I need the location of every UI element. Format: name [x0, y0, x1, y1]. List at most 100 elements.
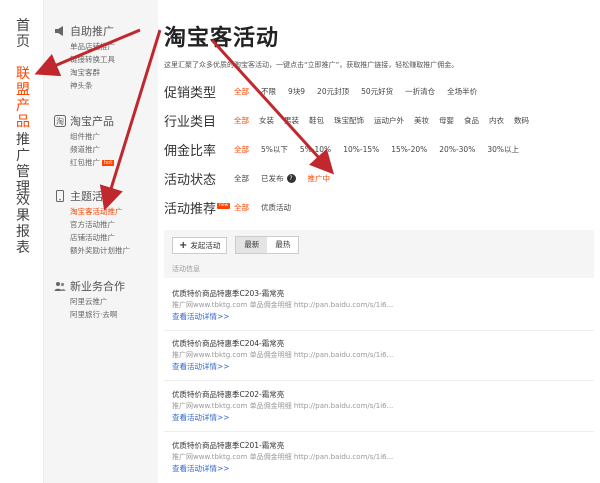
filter-option[interactable]: 全场半价 — [447, 86, 477, 97]
filter-option[interactable]: 50元好货 — [361, 86, 393, 97]
megaphone-icon — [54, 25, 66, 37]
filter-option[interactable]: 30%以上 — [487, 144, 519, 155]
filter-option[interactable]: 数码 — [514, 115, 529, 126]
filter-option[interactable]: 全部 — [234, 144, 249, 155]
nav-item-reports[interactable]: 效果报表 — [16, 192, 32, 256]
divider — [164, 431, 594, 432]
filter-label: 促销类型 — [164, 85, 217, 101]
activity-title[interactable]: 优质特价商品特惠季C201-霜常亮 — [172, 440, 594, 452]
list-item: 优质特价商品特惠季C201-霜常亮 推广网www.tbktg.com 单品佣金明… — [164, 440, 594, 475]
nav-item-widget[interactable]: 组件推广 — [54, 130, 158, 143]
nav-group-title: 新业务合作 — [70, 280, 125, 293]
filter-label: 行业类目 — [164, 114, 217, 130]
nav-group-title: 主题活动 — [70, 190, 114, 203]
sort-latest[interactable]: 最新 — [236, 237, 268, 253]
activity-detail-link[interactable]: 查看活动详情>> — [172, 311, 594, 323]
nav-item-tbk-events[interactable]: 淘宝客活动推广 — [54, 205, 158, 218]
nav-item-products[interactable]: 联盟产品 — [16, 66, 32, 130]
nav-group-header[interactable]: 淘 淘宝产品 — [54, 112, 158, 130]
sort-hottest[interactable]: 最热 — [267, 237, 298, 253]
nav-item-bonus-plan[interactable]: 额外奖励计划推广 — [54, 244, 158, 257]
filter-option[interactable]: 一折清仓 — [405, 86, 435, 97]
filter-option[interactable]: 全部 — [234, 173, 249, 184]
activity-meta: 推广网www.tbktg.com 单品佣金明细 http://pan.baidu… — [172, 453, 394, 461]
taobao-icon: 淘 — [54, 115, 66, 127]
nav-group-theme-events: 主题活动 淘宝客活动推广 官方活动推广 店铺活动推广 额外奖励计划推广 — [54, 187, 158, 257]
activity-meta: 推广网www.tbktg.com 单品佣金明细 http://pan.baidu… — [172, 301, 394, 309]
nav-group-title: 淘宝产品 — [70, 115, 114, 128]
filter-option[interactable]: 珠宝配饰 — [334, 115, 364, 126]
filter-option[interactable]: 男装 — [284, 115, 299, 126]
nav-group-header[interactable]: 主题活动 — [54, 187, 158, 205]
new-badge: new — [217, 202, 231, 209]
filter-option[interactable]: 鞋包 — [309, 115, 324, 126]
help-icon[interactable]: ? — [286, 173, 296, 183]
secondary-nav: 自助推广 单品店铺推广 链接转换工具 淘宝客群 神头条 淘 淘宝产品 组件推广 … — [44, 0, 158, 483]
filter-option[interactable]: 美妆 — [414, 115, 429, 126]
primary-nav: 首页 联盟产品 推广管理 效果报表 — [0, 0, 44, 483]
nav-group-new-business: 新业务合作 阿里云推广 阿里旅行·去啊 — [54, 277, 158, 321]
activity-title[interactable]: 优质特价商品特惠季C203-霜常亮 — [172, 288, 594, 300]
nav-item-headline[interactable]: 神头条 — [54, 79, 158, 92]
filter-option[interactable]: 不限 — [261, 86, 276, 97]
list-item: 优质特价商品特惠季C202-霜常亮 推广网www.tbktg.com 单品佣金明… — [164, 389, 594, 432]
activity-meta: 推广网www.tbktg.com 单品佣金明细 http://pan.baidu… — [172, 402, 394, 410]
filter-option[interactable]: 全部 — [234, 202, 249, 213]
nav-group-header[interactable]: 自助推广 — [54, 22, 158, 40]
page-description: 这里汇聚了众多优质的淘宝客活动，一键点击“立即推广”，获取推广链接，轻松赚取推广… — [164, 61, 459, 69]
nav-item-store-events[interactable]: 店铺活动推广 — [54, 231, 158, 244]
filter-promo-type: 促销类型 全部 不限 9块9 20元封顶 50元好货 一折清仓 全场半价 — [164, 80, 594, 102]
filter-option[interactable]: 全部 — [234, 115, 249, 126]
filter-option[interactable]: 15%-20% — [391, 145, 427, 154]
nav-item-tbk-group[interactable]: 淘宝客群 — [54, 66, 158, 79]
activity-title[interactable]: 优质特价商品特惠季C204-霜常亮 — [172, 338, 594, 350]
filter-option[interactable]: 优质活动 — [261, 202, 291, 213]
nav-item-promotion-management[interactable]: 推广管理 — [16, 132, 32, 196]
filter-option[interactable]: 全部 — [234, 86, 249, 97]
group-icon — [54, 280, 66, 292]
filter-label: 活动状态 — [164, 172, 217, 188]
activity-detail-link[interactable]: 查看活动详情>> — [172, 361, 594, 373]
filter-commission-rate: 佣金比率 全部 5%以下 5%-10% 10%-15% 15%-20% 20%-… — [164, 138, 594, 160]
filter-option[interactable]: 5%以下 — [261, 144, 288, 155]
activity-title[interactable]: 优质特价商品特惠季C202-霜常亮 — [172, 389, 594, 401]
nav-group-header[interactable]: 新业务合作 — [54, 277, 158, 295]
nav-item-link-converter[interactable]: 链接转换工具 — [54, 53, 158, 66]
divider — [164, 380, 594, 381]
nav-item-home[interactable]: 首页 — [16, 18, 32, 50]
nav-group-self-promotion: 自助推广 单品店铺推广 链接转换工具 淘宝客群 神头条 — [54, 22, 158, 92]
filter-option[interactable]: 推广中 — [308, 173, 331, 184]
hot-badge: hot — [102, 160, 115, 166]
page-title: 淘宝客活动 — [164, 26, 280, 51]
list-toolbar: + 发起活动 最新 最热 — [164, 230, 594, 260]
list-item: 优质特价商品特惠季C203-霜常亮 推广网www.tbktg.com 单品佣金明… — [164, 288, 594, 331]
filter-option[interactable]: 女装 — [259, 115, 274, 126]
create-activity-button[interactable]: + 发起活动 — [172, 236, 228, 254]
nav-item-single-store[interactable]: 单品店铺推广 — [54, 40, 158, 53]
nav-group-taobao-products: 淘 淘宝产品 组件推广 频道推广 红包推广 hot — [54, 112, 158, 169]
sort-toggle: 最新 最热 — [235, 236, 300, 254]
nav-item-alitrip[interactable]: 阿里旅行·去啊 — [54, 308, 158, 321]
list-header: 活动信息 — [164, 260, 594, 278]
activity-detail-link[interactable]: 查看活动详情>> — [172, 463, 594, 475]
filter-label: 佣金比率 — [164, 143, 217, 159]
filter-option[interactable]: 已发布 — [261, 173, 284, 184]
activity-detail-link[interactable]: 查看活动详情>> — [172, 412, 594, 424]
svg-text:淘: 淘 — [56, 116, 64, 126]
filter-option[interactable]: 5%-10% — [300, 145, 331, 154]
filter-option[interactable]: 9块9 — [288, 86, 305, 97]
filter-option[interactable]: 母婴 — [439, 115, 454, 126]
filter-status: 活动状态 全部 已发布 ? 推广中 — [164, 167, 594, 189]
filter-option[interactable]: 内衣 — [489, 115, 504, 126]
nav-item-aliyun[interactable]: 阿里云推广 — [54, 295, 158, 308]
nav-item-official-events[interactable]: 官方活动推广 — [54, 218, 158, 231]
activity-meta: 推广网www.tbktg.com 单品佣金明细 http://pan.baidu… — [172, 351, 394, 359]
nav-item-channel[interactable]: 频道推广 — [54, 143, 158, 156]
filter-option[interactable]: 食品 — [464, 115, 479, 126]
filter-option[interactable]: 20%-30% — [439, 145, 475, 154]
nav-item-red-envelope[interactable]: 红包推广 hot — [54, 156, 158, 169]
filter-option[interactable]: 10%-15% — [343, 145, 379, 154]
filter-option[interactable]: 20元封顶 — [317, 86, 349, 97]
filter-option[interactable]: 运动户外 — [374, 115, 404, 126]
filter-recommend: 活动推荐 new 全部 优质活动 — [164, 196, 594, 218]
